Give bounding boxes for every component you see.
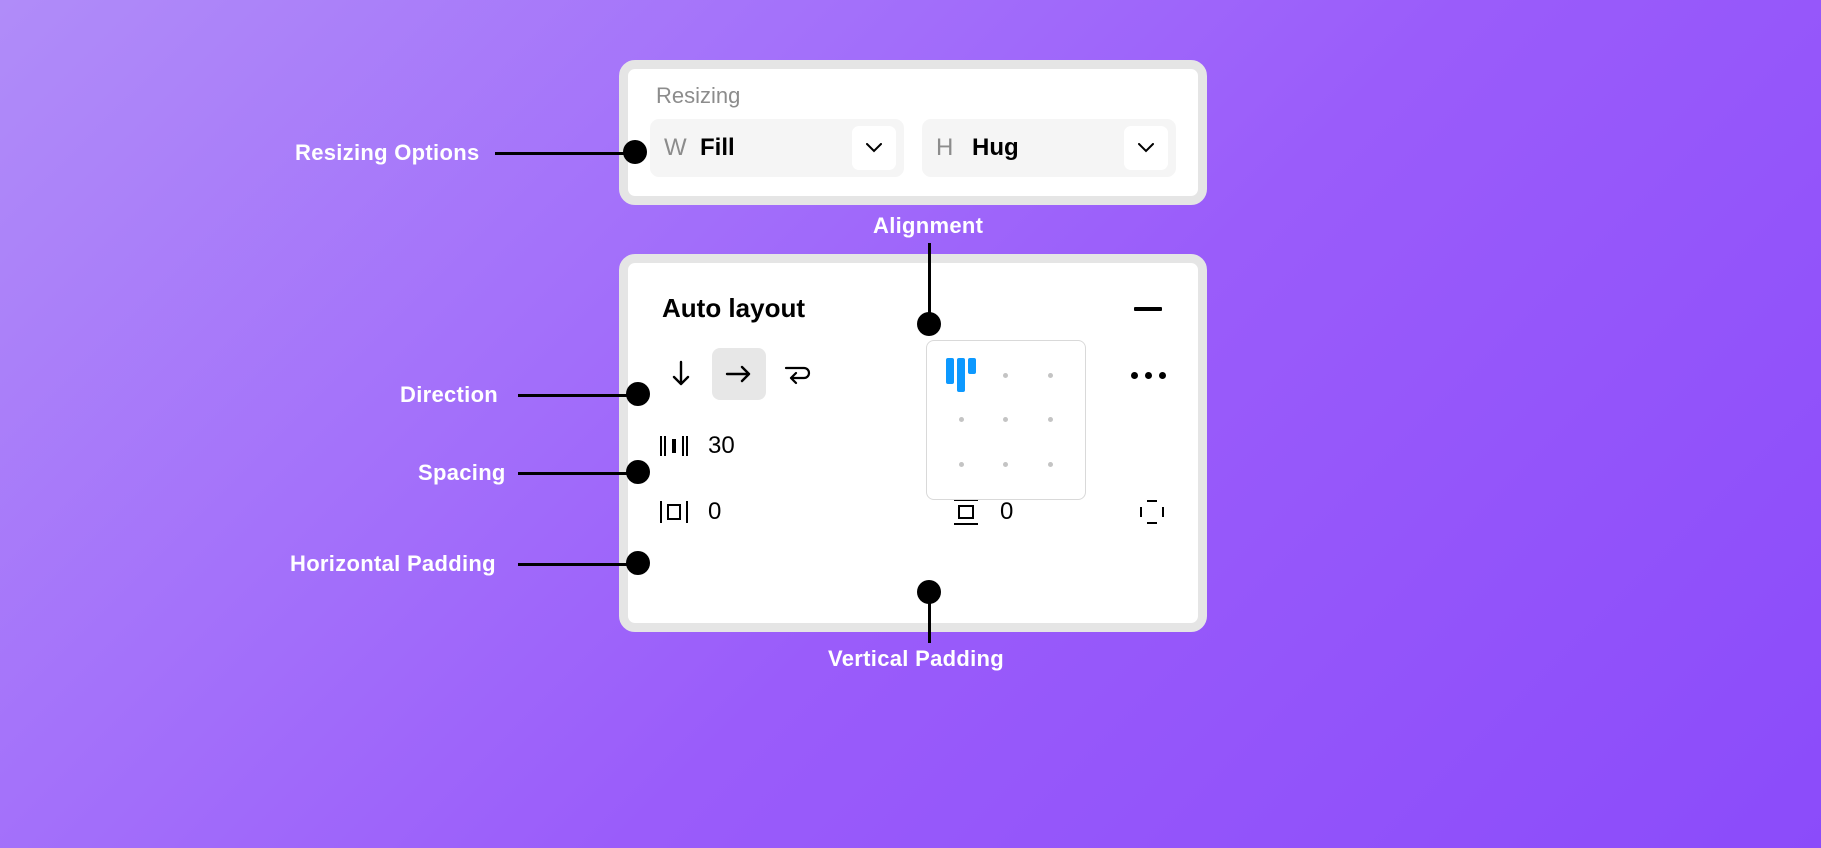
width-resizing-field[interactable]: W Fill <box>650 119 904 177</box>
callout-dot <box>626 382 650 406</box>
callout-dot <box>626 551 650 575</box>
callout-label-direction: Direction <box>400 382 498 408</box>
direction-row <box>654 346 906 402</box>
callout-line <box>518 472 628 475</box>
chevron-down-icon <box>866 143 882 153</box>
callout-line <box>518 563 628 566</box>
callout-dot <box>917 580 941 604</box>
arrow-wrap-icon <box>782 363 812 385</box>
height-letter: H <box>936 134 972 162</box>
vertical-padding-value[interactable]: 0 <box>1000 498 1060 526</box>
auto-layout-panel: Auto layout <box>619 254 1207 632</box>
callout-label-vpad: Vertical Padding <box>828 646 1004 672</box>
callout-line <box>928 601 931 643</box>
callout-dot <box>626 460 650 484</box>
horizontal-padding-value[interactable]: 0 <box>708 498 768 526</box>
auto-layout-title: Auto layout <box>662 293 805 324</box>
horizontal-padding-icon <box>654 492 694 532</box>
spacing-icon <box>654 426 694 466</box>
spacing-value[interactable]: 30 <box>708 432 768 460</box>
width-dropdown-button[interactable] <box>852 126 896 170</box>
arrow-down-icon <box>671 360 691 388</box>
remove-auto-layout-button[interactable] <box>1134 307 1162 311</box>
height-value: Hug <box>972 134 1124 162</box>
resizing-section-label: Resizing <box>656 83 1176 109</box>
horizontal-padding-field[interactable]: 0 <box>654 492 906 532</box>
chevron-down-icon <box>1138 143 1154 153</box>
callout-line <box>928 243 931 313</box>
direction-wrap-button[interactable] <box>770 348 824 400</box>
alignment-top-left-active <box>946 358 976 392</box>
direction-horizontal-button[interactable] <box>712 348 766 400</box>
callout-line <box>518 394 628 397</box>
callout-label-alignment: Alignment <box>873 213 983 239</box>
height-resizing-field[interactable]: H Hug <box>922 119 1176 177</box>
more-options-button[interactable] <box>1131 372 1166 379</box>
expand-padding-icon <box>1137 497 1167 527</box>
resizing-row: W Fill H Hug <box>650 119 1176 177</box>
callout-dot <box>917 312 941 336</box>
callout-dot <box>623 140 647 164</box>
spacing-row[interactable]: 30 <box>654 422 906 470</box>
callout-label-spacing: Spacing <box>418 460 506 486</box>
callout-line <box>495 152 625 155</box>
expand-padding-button[interactable] <box>1132 492 1172 532</box>
height-dropdown-button[interactable] <box>1124 126 1168 170</box>
width-value: Fill <box>700 134 852 162</box>
direction-vertical-button[interactable] <box>654 348 708 400</box>
alignment-grid[interactable] <box>926 340 1086 500</box>
width-letter: W <box>664 134 700 162</box>
resizing-panel: Resizing W Fill H Hug <box>619 60 1207 205</box>
arrow-right-icon <box>725 364 753 384</box>
callout-label-resizing: Resizing Options <box>295 140 479 166</box>
callout-label-hpad: Horizontal Padding <box>290 551 496 577</box>
